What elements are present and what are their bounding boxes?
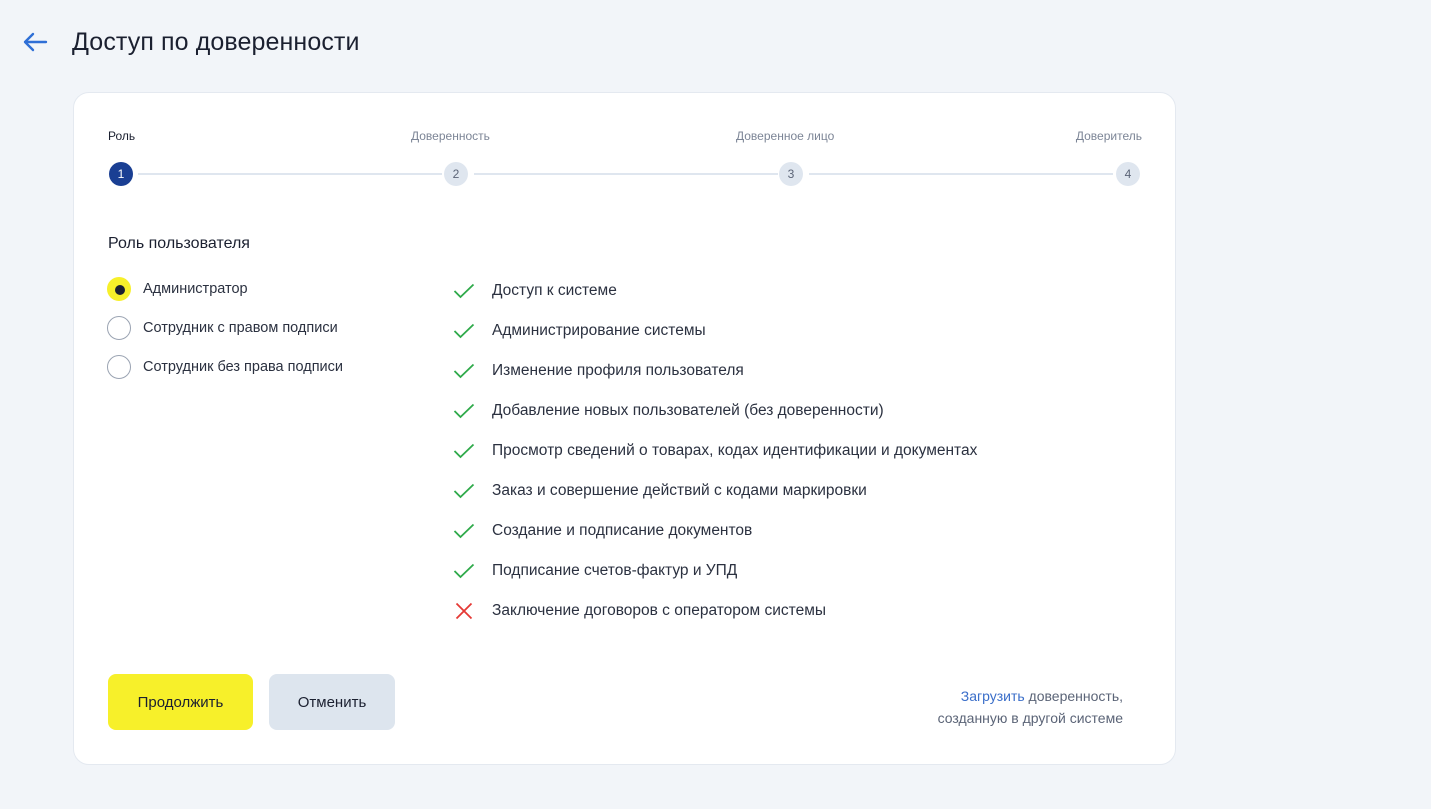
permission-text: Создание и подписание документов — [492, 522, 753, 539]
step-label-trustee[interactable]: Доверенное лицо — [736, 129, 834, 143]
check-icon — [452, 359, 476, 383]
step-3-circle[interactable]: 3 — [779, 162, 803, 186]
permission-text: Заказ и совершение действий с кодами мар… — [492, 482, 867, 499]
check-icon — [452, 519, 476, 543]
step-2-circle[interactable]: 2 — [444, 162, 468, 186]
permission-text: Просмотр сведений о товарах, кодах идент… — [492, 442, 978, 459]
check-icon — [452, 319, 476, 343]
role-option-non-signer[interactable]: Сотрудник без права подписи — [107, 355, 343, 379]
permission-item: Подписание счетов-фактур и УПД — [452, 559, 977, 583]
permission-item: Доступ к системе — [452, 279, 977, 303]
role-section-title: Роль пользователя — [108, 235, 250, 252]
upload-text: доверенность, — [1024, 688, 1123, 704]
wizard-card: Роль Доверенность Доверенное лицо Довери… — [73, 92, 1176, 765]
stepper: Роль Доверенность Доверенное лицо Довери… — [108, 129, 1142, 189]
permission-text: Заключение договоров с оператором систем… — [492, 602, 827, 619]
step-connector — [138, 173, 442, 175]
radio-unchecked-icon[interactable] — [107, 355, 131, 379]
upload-note: Загрузить доверенность, созданную в друг… — [938, 685, 1123, 729]
permission-item: Создание и подписание документов — [452, 519, 977, 543]
page-header: Доступ по доверенности — [20, 26, 360, 58]
upload-link[interactable]: Загрузить — [961, 688, 1025, 704]
continue-button[interactable]: Продолжить — [108, 674, 253, 730]
permission-item: Заказ и совершение действий с кодами мар… — [452, 479, 977, 503]
upload-text-line-2: созданную в другой системе — [937, 710, 1123, 726]
permission-item: Изменение профиля пользователя — [452, 359, 977, 383]
permission-text: Подписание счетов-фактур и УПД — [492, 562, 738, 579]
permission-item: Просмотр сведений о товарах, кодах идент… — [452, 439, 977, 463]
step-1-circle[interactable]: 1 — [109, 162, 133, 186]
step-connector — [474, 173, 778, 175]
permission-text: Добавление новых пользователей (без дове… — [492, 402, 884, 419]
radio-unchecked-icon[interactable] — [107, 316, 131, 340]
permission-item: Добавление новых пользователей (без дове… — [452, 399, 977, 423]
step-label-role[interactable]: Роль — [108, 129, 135, 143]
page-title: Доступ по доверенности — [72, 27, 360, 56]
permission-text: Администрирование системы — [492, 322, 706, 339]
back-button[interactable] — [20, 27, 50, 57]
permission-item: Заключение договоров с оператором систем… — [452, 599, 977, 623]
step-connector — [809, 173, 1113, 175]
role-option-label: Администратор — [143, 281, 248, 297]
role-radio-group: Администратор Сотрудник с правом подписи… — [107, 277, 343, 394]
radio-checked-icon[interactable] — [107, 277, 131, 301]
cross-icon — [452, 599, 476, 623]
step-4-circle[interactable]: 4 — [1116, 162, 1140, 186]
step-label-poa[interactable]: Доверенность — [411, 129, 490, 143]
check-icon — [452, 439, 476, 463]
permissions-list: Доступ к системе Администрирование систе… — [452, 279, 977, 639]
permission-item: Администрирование системы — [452, 319, 977, 343]
permission-text: Доступ к системе — [492, 282, 617, 299]
role-option-label: Сотрудник без права подписи — [143, 359, 344, 375]
role-option-signer[interactable]: Сотрудник с правом подписи — [107, 316, 343, 340]
check-icon — [452, 279, 476, 303]
check-icon — [452, 559, 476, 583]
cancel-button[interactable]: Отменить — [269, 674, 395, 730]
step-label-principal[interactable]: Доверитель — [1076, 129, 1142, 143]
role-option-label: Сотрудник с правом подписи — [143, 320, 338, 336]
arrow-left-icon — [23, 32, 48, 52]
check-icon — [452, 399, 476, 423]
check-icon — [452, 479, 476, 503]
permission-text: Изменение профиля пользователя — [492, 362, 744, 379]
role-option-admin[interactable]: Администратор — [107, 277, 343, 301]
